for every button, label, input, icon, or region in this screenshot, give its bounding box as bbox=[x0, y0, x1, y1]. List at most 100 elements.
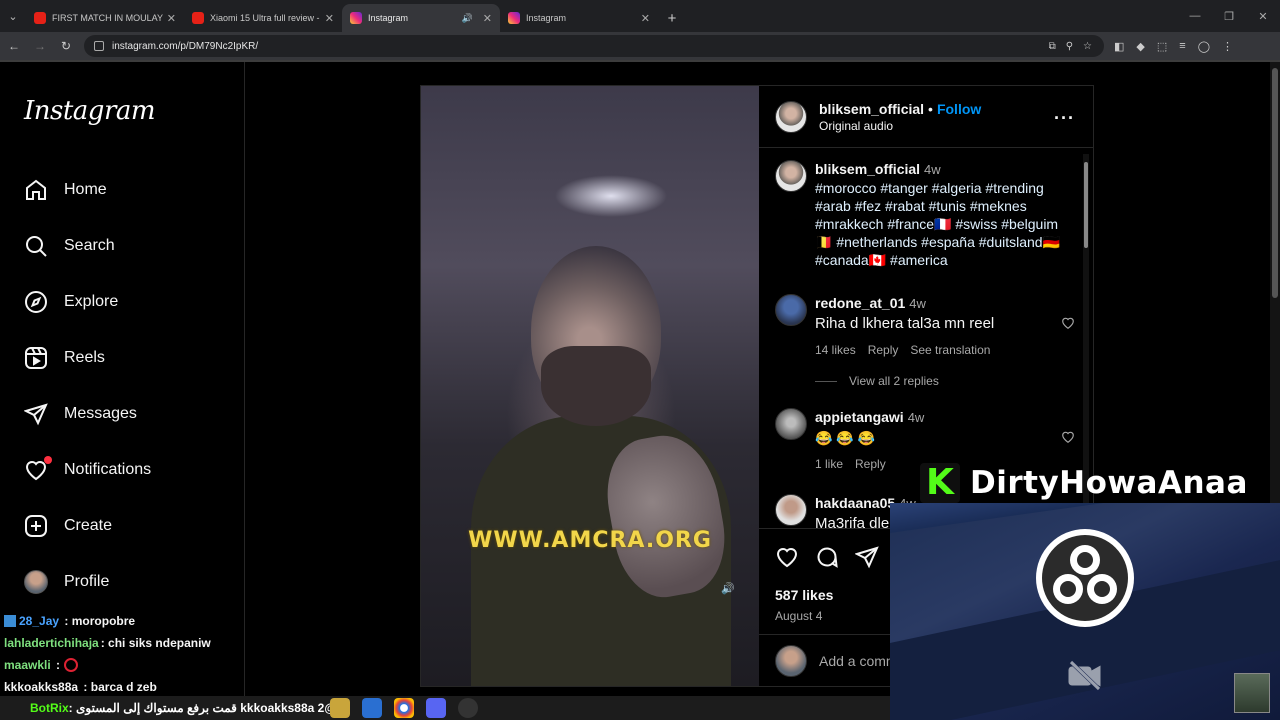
minimize-icon[interactable]: — bbox=[1178, 10, 1212, 22]
comment-username[interactable]: redone_at_01 bbox=[815, 295, 905, 311]
chat-text: chi siks ndepaniw bbox=[108, 636, 211, 650]
comment-icon[interactable] bbox=[815, 545, 839, 569]
comment-likes[interactable]: 14 likes bbox=[815, 341, 856, 359]
close-tab-icon[interactable]: ✕ bbox=[641, 12, 650, 25]
comment-likes[interactable]: 1 like bbox=[815, 455, 843, 473]
chat-message: maawkli : bbox=[0, 654, 300, 676]
avatar[interactable] bbox=[775, 294, 807, 326]
post-likes[interactable]: 587 likes bbox=[775, 587, 833, 603]
obs-icon[interactable] bbox=[458, 698, 478, 718]
comment-input[interactable]: Add a comm bbox=[819, 653, 898, 669]
more-options-icon[interactable]: ··· bbox=[1054, 108, 1075, 129]
sidebar-item-explore[interactable]: Explore bbox=[24, 282, 118, 322]
avatar[interactable] bbox=[775, 408, 807, 440]
close-window-icon[interactable]: ✕ bbox=[1246, 10, 1280, 23]
webcam-overlay bbox=[890, 503, 1280, 720]
avatar[interactable] bbox=[775, 160, 807, 192]
like-comment-icon[interactable] bbox=[1061, 430, 1075, 444]
browser-tab[interactable]: Xiaomi 15 Ultra full review - YouTube ✕ bbox=[184, 4, 342, 32]
comment-age: 4w bbox=[907, 410, 925, 425]
window-controls: — ❐ ✕ bbox=[1178, 0, 1280, 32]
follow-button[interactable]: Follow bbox=[937, 101, 981, 117]
back-icon[interactable]: ← bbox=[2, 34, 26, 58]
reply-button[interactable]: Reply bbox=[868, 341, 899, 359]
file-explorer-icon[interactable] bbox=[330, 698, 350, 718]
sidebar-item-home[interactable]: Home bbox=[24, 170, 107, 210]
zoom-icon[interactable]: ⚲ bbox=[1066, 41, 1073, 52]
sidebar-item-profile[interactable]: Profile bbox=[24, 562, 109, 602]
reel-video[interactable]: WWW.AMCRA.ORG 🔊 bbox=[421, 86, 759, 686]
post-date: August 4 bbox=[775, 609, 823, 623]
address-toolbar: ← → ↻ instagram.com/p/DM79Nc2IpKR/ ⧉ ⚲ ☆… bbox=[0, 32, 1280, 60]
view-replies-button[interactable]: View all 2 replies bbox=[815, 374, 939, 388]
see-translation-button[interactable]: See translation bbox=[910, 341, 990, 359]
tab-search-icon[interactable]: ⌄ bbox=[0, 0, 26, 32]
scrollbar-thumb[interactable] bbox=[1272, 68, 1278, 298]
avatar[interactable] bbox=[775, 100, 807, 133]
tab-title: Xiaomi 15 Ultra full review - YouTube bbox=[210, 13, 321, 23]
comment-username[interactable]: bliksem_official bbox=[815, 161, 920, 177]
obs-logo-icon bbox=[1036, 529, 1134, 627]
notification-dot bbox=[44, 456, 52, 464]
site-info-icon[interactable] bbox=[94, 41, 104, 51]
browser-tab-active[interactable]: Instagram 🔊 ✕ bbox=[342, 4, 500, 32]
comment-username[interactable]: appietangawi bbox=[815, 409, 904, 425]
extension-icon[interactable]: ◆ bbox=[1136, 40, 1144, 53]
chrome-icon[interactable] bbox=[394, 698, 414, 718]
view-replies-label: View all 2 replies bbox=[849, 374, 939, 388]
search-icon bbox=[26, 236, 47, 257]
reload-icon[interactable]: ↻ bbox=[54, 34, 78, 58]
sidebar-item-notifications[interactable]: Notifications bbox=[24, 450, 151, 490]
bot-message: @kkkoakks88a 2 قمت برفع مستواك إلى المست… bbox=[76, 701, 336, 715]
share-icon[interactable] bbox=[855, 545, 879, 569]
url-bar[interactable]: instagram.com/p/DM79Nc2IpKR/ ⧉ ⚲ ☆ bbox=[84, 35, 1104, 57]
browser-tab[interactable]: FIRST MATCH IN MOULAY ABDELLAH ✕ bbox=[26, 4, 184, 32]
translate-icon[interactable]: ◧ bbox=[1114, 40, 1124, 53]
audio-icon[interactable]: 🔊 bbox=[721, 582, 737, 598]
profile-icon[interactable]: ◯ bbox=[1198, 40, 1210, 53]
audio-label[interactable]: Original audio bbox=[819, 119, 981, 133]
reply-button[interactable]: Reply bbox=[855, 455, 886, 473]
playlist-icon[interactable]: ≡ bbox=[1179, 40, 1185, 53]
post-header: bliksem_official • Follow Original audio ·… bbox=[759, 86, 1093, 148]
browser-tab[interactable]: Instagram ✕ bbox=[500, 4, 658, 32]
subscriber-badge-icon bbox=[4, 615, 16, 627]
sidebar-item-create[interactable]: Create bbox=[24, 506, 112, 546]
like-icon[interactable] bbox=[775, 545, 799, 569]
discord-icon[interactable] bbox=[426, 698, 446, 718]
post-username[interactable]: bliksem_official bbox=[819, 101, 924, 117]
chat-text: barca d zeb bbox=[90, 680, 157, 694]
sidebar-item-label: Home bbox=[64, 181, 107, 198]
obs-logo-inner bbox=[1042, 535, 1128, 621]
instagram-icon bbox=[508, 12, 520, 24]
sidebar-item-label: Search bbox=[64, 237, 115, 254]
taskbar: BotRix: @kkkoakks88a 2 قمت برفع مستواك إ… bbox=[0, 696, 890, 720]
avatar[interactable] bbox=[775, 494, 807, 526]
puzzle-icon[interactable]: ⬚ bbox=[1157, 40, 1167, 53]
menu-icon[interactable]: ⋮ bbox=[1222, 40, 1233, 53]
sidebar-item-messages[interactable]: Messages bbox=[24, 394, 137, 434]
close-tab-icon[interactable]: ✕ bbox=[325, 12, 334, 25]
bookmark-star-icon[interactable]: ☆ bbox=[1083, 41, 1092, 52]
sidebar-item-reels[interactable]: Reels bbox=[24, 338, 105, 378]
sidebar-item-search[interactable]: Search bbox=[24, 226, 115, 266]
instagram-logo[interactable]: Instagram bbox=[24, 96, 156, 126]
new-tab-button[interactable]: + bbox=[658, 4, 686, 32]
forward-icon[interactable]: → bbox=[28, 34, 52, 58]
home-icon bbox=[26, 179, 46, 200]
comment-username[interactable]: hakdaana05 bbox=[815, 495, 895, 511]
sidebar-item-label: Profile bbox=[64, 573, 110, 590]
kick-logo-letter: K bbox=[926, 462, 954, 503]
restore-icon[interactable]: ❐ bbox=[1212, 10, 1246, 23]
emote-icon bbox=[64, 658, 79, 672]
chat-username: kkkoakks88a bbox=[4, 680, 79, 694]
chat-colon: : bbox=[56, 658, 61, 672]
close-tab-icon[interactable]: ✕ bbox=[167, 12, 176, 25]
caption-hashtags[interactable]: #morocco #tanger #algeria #trending #ara… bbox=[815, 179, 1075, 269]
scrollbar-thumb[interactable] bbox=[1084, 162, 1088, 248]
speaker-icon[interactable]: 🔊 bbox=[462, 13, 473, 24]
like-comment-icon[interactable] bbox=[1061, 316, 1075, 330]
close-tab-icon[interactable]: ✕ bbox=[483, 12, 492, 25]
cast-icon[interactable]: ⧉ bbox=[1049, 41, 1056, 52]
outlook-icon[interactable] bbox=[362, 698, 382, 718]
